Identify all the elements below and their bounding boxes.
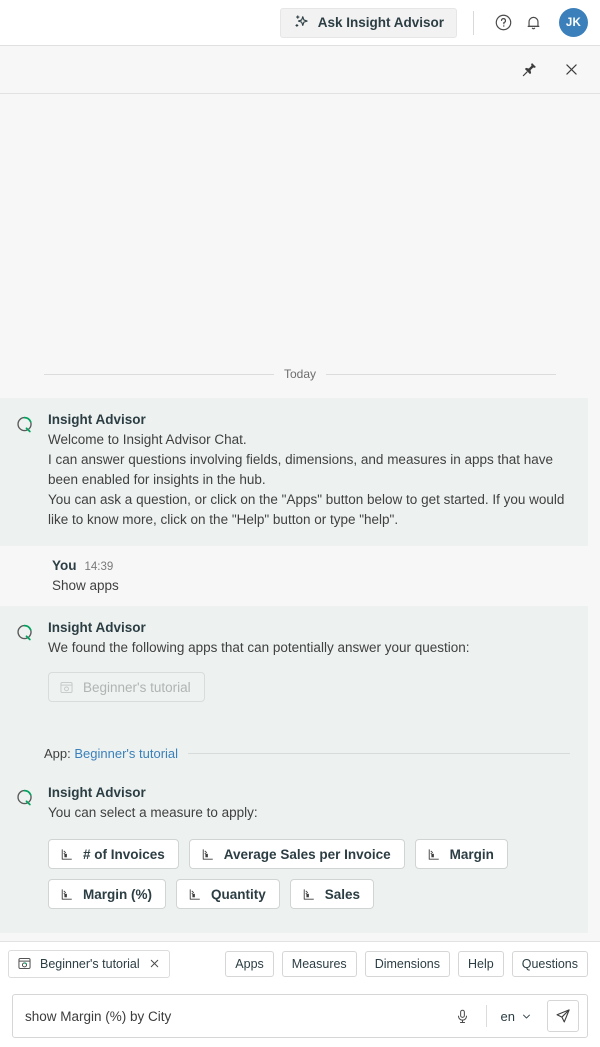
message-sender: Insight Advisor — [48, 412, 570, 427]
message-sender: Insight Advisor — [48, 620, 570, 635]
close-icon — [563, 61, 580, 78]
user-avatar[interactable]: JK — [559, 8, 588, 37]
divider-rule-left — [44, 373, 274, 375]
active-app-chip[interactable]: Beginner's tutorial — [8, 949, 170, 978]
chat-message-measure-prompt: Insight Advisor You can select a measure… — [0, 771, 588, 933]
insight-advisor-chat-app: Ask Insight Advisor JK Today Insight Adv… — [0, 0, 600, 1047]
sender-name: Insight Advisor — [48, 785, 146, 800]
chat-message-apps-found: Insight Advisor We found the following a… — [0, 606, 588, 736]
app-context-divider: App: Beginner's tutorial — [0, 736, 588, 771]
pin-icon — [521, 61, 538, 78]
toolbar-button-questions[interactable]: Questions — [511, 950, 588, 977]
measure-chip-label: Average Sales per Invoice — [223, 846, 391, 862]
message-body: Insight Advisor We found the following a… — [48, 620, 570, 720]
question-input-container[interactable]: en — [12, 994, 588, 1038]
measure-chip-margin-percent[interactable]: Margin (%) — [48, 879, 166, 909]
message-body: You 14:39 Show apps — [52, 558, 570, 596]
measure-chip-margin[interactable]: Margin — [414, 839, 508, 869]
language-selector[interactable]: en — [497, 1003, 537, 1029]
help-button[interactable] — [488, 8, 518, 38]
message-line: Welcome to Insight Advisor Chat. — [48, 432, 247, 447]
insight-advisor-icon — [14, 414, 36, 436]
measure-icon — [59, 847, 74, 862]
measure-chip-label: Quantity — [211, 886, 266, 902]
input-separator — [485, 1005, 487, 1027]
avatar-initials: JK — [565, 16, 582, 29]
top-header: Ask Insight Advisor JK — [0, 0, 600, 46]
measure-chip-average-sales-per-invoice[interactable]: Average Sales per Invoice — [188, 839, 405, 869]
message-timestamp: 14:39 — [84, 561, 114, 573]
app-context-prefix: App: — [44, 746, 71, 761]
insight-advisor-icon — [14, 622, 36, 644]
measure-icon — [200, 847, 215, 862]
send-button[interactable] — [547, 1000, 579, 1032]
measure-icon — [426, 847, 441, 862]
message-line: Show apps — [52, 578, 119, 593]
app-suggestion-label: Beginner's tutorial — [83, 679, 191, 695]
message-line: We found the following apps that can pot… — [48, 640, 470, 655]
message-body: Insight Advisor Welcome to Insight Advis… — [48, 412, 570, 530]
sparkle-icon — [293, 14, 310, 31]
measure-chip-label: # of Invoices — [83, 846, 165, 862]
day-divider: Today — [0, 367, 600, 381]
chat-panel-header — [0, 46, 600, 94]
app-suggestion-list: Beginner's tutorial — [48, 672, 570, 720]
toolbar-button-measures[interactable]: Measures — [281, 950, 357, 977]
measure-chip-list: # of Invoices Average Sales per Invoice — [48, 839, 570, 917]
measure-icon — [59, 887, 74, 902]
bottom-toolbar: Beginner's tutorial Apps Measures Dimens… — [0, 941, 600, 985]
measure-chip-label: Margin (%) — [83, 886, 152, 902]
app-icon — [59, 680, 74, 695]
language-label: en — [500, 1008, 515, 1024]
message-sender: Insight Advisor — [48, 785, 570, 800]
toolbar-button-dimensions[interactable]: Dimensions — [364, 950, 450, 977]
message-line: You can select a measure to apply: — [48, 805, 258, 820]
send-icon — [554, 1007, 572, 1025]
header-divider — [473, 10, 474, 35]
measure-chip-sales[interactable]: Sales — [289, 879, 375, 909]
day-divider-label: Today — [283, 367, 317, 381]
input-bar: en — [0, 985, 600, 1047]
close-panel-button[interactable] — [556, 55, 586, 85]
chevron-down-icon — [520, 1010, 533, 1023]
sender-name: You — [52, 558, 77, 573]
bell-icon — [524, 13, 543, 32]
sender-name: Insight Advisor — [48, 620, 146, 635]
measure-icon — [301, 887, 316, 902]
notifications-button[interactable] — [518, 8, 548, 38]
toolbar-button-help[interactable]: Help — [458, 950, 504, 977]
message-line: You can ask a question, or click on the … — [48, 492, 565, 527]
app-divider-rule — [188, 753, 570, 754]
app-context-link[interactable]: Beginner's tutorial — [74, 746, 178, 761]
app-context-label: App: Beginner's tutorial — [44, 746, 178, 761]
ask-insight-advisor-label: Ask Insight Advisor — [317, 15, 444, 30]
message-body: Insight Advisor You can select a measure… — [48, 785, 570, 917]
app-icon — [17, 956, 32, 971]
chat-message-user: You 14:39 Show apps — [0, 546, 588, 606]
active-app-label: Beginner's tutorial — [40, 956, 140, 971]
measure-chip-label: Sales — [324, 886, 361, 902]
measure-chip-invoices[interactable]: # of Invoices — [48, 839, 179, 869]
measure-icon — [187, 887, 202, 902]
measure-chip-quantity[interactable]: Quantity — [176, 879, 280, 909]
ask-insight-advisor-button[interactable]: Ask Insight Advisor — [279, 7, 457, 38]
measure-chip-label: Margin — [449, 846, 494, 862]
message-line: I can answer questions involving fields,… — [48, 452, 554, 487]
sender-name: Insight Advisor — [48, 412, 146, 427]
divider-rule-right — [326, 373, 556, 375]
message-sender: You 14:39 — [52, 558, 570, 573]
pin-button[interactable] — [514, 55, 544, 85]
help-circle-icon — [494, 13, 513, 32]
app-suggestion-button[interactable]: Beginner's tutorial — [48, 672, 205, 702]
question-input[interactable] — [25, 1008, 446, 1024]
microphone-icon — [454, 1008, 471, 1025]
chat-message-welcome: Insight Advisor Welcome to Insight Advis… — [0, 398, 588, 546]
close-icon[interactable] — [148, 957, 161, 970]
toolbar-button-apps[interactable]: Apps — [225, 950, 274, 977]
microphone-button[interactable] — [450, 1003, 476, 1029]
insight-advisor-icon — [14, 787, 36, 809]
chat-scroll-area[interactable]: Today Insight Advisor Welcome to Insight… — [0, 94, 600, 941]
